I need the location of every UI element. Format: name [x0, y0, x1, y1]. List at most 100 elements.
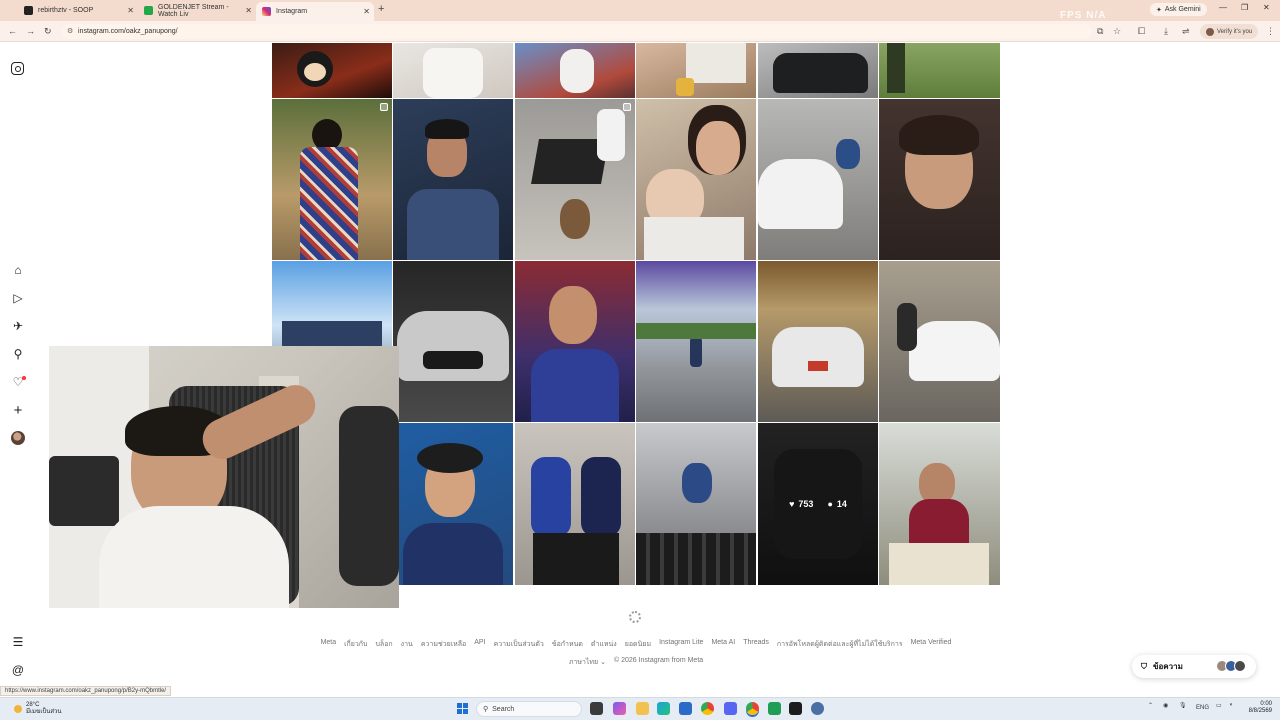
post-tile[interactable] — [636, 261, 756, 422]
network-icon[interactable]: ▭ — [1216, 702, 1222, 709]
volume-icon[interactable]: ◖ — [1229, 702, 1233, 708]
windows-taskbar: 28°C มีเมฆเป็นส่วน ⚲ Search ⌃ ◉ 🎙 ENG ▭ … — [0, 697, 1280, 720]
post-tile[interactable] — [879, 423, 1000, 585]
menu-icon[interactable]: ☰ — [11, 635, 25, 649]
discord-icon[interactable] — [724, 702, 737, 715]
post-tile[interactable] — [515, 423, 635, 585]
post-tile[interactable] — [636, 99, 756, 260]
bookmark-star-icon[interactable]: ☆ — [1113, 26, 1121, 37]
profile-avatar-icon — [1206, 27, 1214, 36]
post-tile[interactable] — [393, 43, 513, 98]
edge-icon[interactable] — [657, 702, 670, 715]
footer-link[interactable]: ยอดนิยม — [625, 639, 651, 650]
threads-icon[interactable]: @ — [11, 663, 25, 677]
copilot-icon[interactable] — [613, 702, 626, 715]
tab-soop[interactable]: rebirthztv - SOOP ✕ — [18, 2, 138, 19]
chrome-active-icon[interactable] — [746, 702, 759, 715]
downloads-icon[interactable]: ⤓ — [1164, 26, 1168, 37]
tab-goldenjet[interactable]: GOLDENJET Stream - Watch Liv ✕ — [138, 2, 256, 19]
file-explorer-icon[interactable] — [636, 702, 649, 715]
minimize-icon[interactable]: — — [1219, 3, 1227, 12]
weather-temp: 28°C — [26, 702, 40, 708]
footer-link[interactable]: ตำแหน่ง — [591, 639, 617, 650]
post-tile[interactable] — [758, 43, 878, 98]
tray-mic-icon[interactable]: 🎙 — [1179, 702, 1187, 709]
post-tile[interactable] — [393, 261, 513, 422]
close-tab-icon[interactable]: ✕ — [127, 6, 134, 15]
footer-link[interactable]: บล็อก — [375, 639, 392, 650]
post-tile[interactable] — [272, 43, 392, 98]
footer-link[interactable]: ข้อกำหนด — [552, 639, 583, 650]
post-tile[interactable] — [272, 99, 392, 260]
footer-link[interactable]: งาน — [401, 639, 413, 650]
direct-icon[interactable]: ✈ — [11, 319, 25, 333]
footer-link[interactable]: Meta AI — [711, 639, 735, 650]
tray-overflow-icon[interactable]: ⌃ — [1148, 702, 1153, 709]
post-tile[interactable] — [393, 423, 513, 585]
close-tab-icon[interactable]: ✕ — [363, 7, 370, 16]
post-tile[interactable] — [879, 43, 1000, 98]
home-icon[interactable]: ⌂ — [11, 263, 25, 277]
reels-icon[interactable]: ▷ — [11, 291, 25, 305]
comment-icon: ● — [827, 499, 833, 509]
like-count: ♥ 753 — [789, 499, 814, 509]
terminal-icon[interactable] — [789, 702, 802, 715]
post-tile[interactable] — [636, 43, 756, 98]
instagram-logo-icon[interactable] — [11, 62, 24, 75]
profile-avatar[interactable] — [11, 431, 25, 445]
post-tile[interactable] — [879, 99, 1000, 260]
browser-menu-icon[interactable]: ⋮ — [1266, 26, 1275, 37]
footer-link[interactable]: Threads — [743, 639, 769, 650]
verify-profile-chip[interactable]: Verify it's you — [1200, 24, 1259, 39]
new-tab-button[interactable]: + — [378, 3, 384, 15]
close-window-icon[interactable]: ✕ — [1263, 3, 1270, 12]
footer-link[interactable]: ความเป็นส่วนตัว — [494, 639, 544, 650]
browser-address-bar: ← → ↻ ⚙ instagram.com/oakz_panupong/ ⧉ ☆… — [0, 21, 1280, 42]
footer-link[interactable]: API — [474, 639, 485, 650]
post-tile[interactable] — [758, 261, 878, 422]
footer-link[interactable]: เกี่ยวกับ — [344, 639, 367, 650]
taskbar-search[interactable]: ⚲ Search — [476, 701, 582, 717]
taskbar-clock[interactable]: 0:00 8/8/2569 — [1244, 701, 1272, 715]
back-icon[interactable]: ← — [8, 26, 17, 36]
post-tile[interactable] — [515, 261, 635, 422]
close-tab-icon[interactable]: ✕ — [245, 6, 252, 15]
webcam-overlay — [49, 346, 399, 608]
app-icon[interactable] — [768, 702, 781, 715]
extensions-icon[interactable]: ⧠ — [1138, 26, 1145, 37]
tab-instagram[interactable]: Instagram ✕ — [256, 2, 374, 21]
app-icon[interactable] — [811, 702, 824, 715]
create-icon[interactable]: + — [11, 402, 25, 419]
input-language[interactable]: ENG — [1196, 705, 1209, 711]
ask-gemini-button[interactable]: ✦ Ask Gemini — [1150, 3, 1207, 16]
post-tile[interactable]: ♥ 753 ● 14 — [758, 423, 878, 585]
footer-link[interactable]: Meta Verified — [911, 639, 952, 650]
post-tile[interactable] — [515, 43, 635, 98]
language-selector[interactable]: ภาษาไทย ⌄ — [569, 657, 606, 668]
post-hover-stats: ♥ 753 ● 14 — [758, 423, 878, 585]
post-tile[interactable] — [393, 99, 513, 260]
forward-icon[interactable]: → — [26, 26, 35, 36]
reload-icon[interactable]: ↻ — [44, 26, 52, 37]
tray-app-icon[interactable]: ◉ — [1163, 702, 1168, 709]
footer-link[interactable]: Instagram Lite — [659, 639, 703, 650]
task-view-icon[interactable] — [590, 702, 603, 715]
messages-button[interactable]: ⛉ ข้อความ — [1132, 655, 1256, 678]
weather-widget[interactable]: 28°C มีเมฆเป็นส่วน — [14, 702, 62, 716]
maximize-icon[interactable]: ❐ — [1241, 3, 1248, 12]
post-tile[interactable] — [758, 99, 878, 260]
post-tile[interactable] — [879, 261, 1000, 422]
search-icon[interactable]: ⚲ — [11, 347, 25, 361]
footer-link[interactable]: การอัพโหลดผู้ติดต่อและผู้ที่ไม่ได้ใช้บริ… — [777, 639, 903, 650]
footer-link[interactable]: ความช่วยเหลือ — [421, 639, 466, 650]
site-info-icon[interactable]: ⚙ — [67, 27, 73, 35]
store-icon[interactable] — [679, 702, 692, 715]
footer-link[interactable]: Meta — [321, 639, 337, 650]
chrome-icon[interactable] — [701, 702, 714, 715]
start-button[interactable] — [457, 703, 468, 714]
cast-icon[interactable]: ⇌ — [1182, 26, 1190, 37]
post-tile[interactable] — [515, 99, 635, 260]
post-tile[interactable] — [636, 423, 756, 585]
url-field[interactable]: ⚙ instagram.com/oakz_panupong/ — [62, 24, 1092, 39]
install-app-icon[interactable]: ⧉ — [1097, 26, 1103, 37]
